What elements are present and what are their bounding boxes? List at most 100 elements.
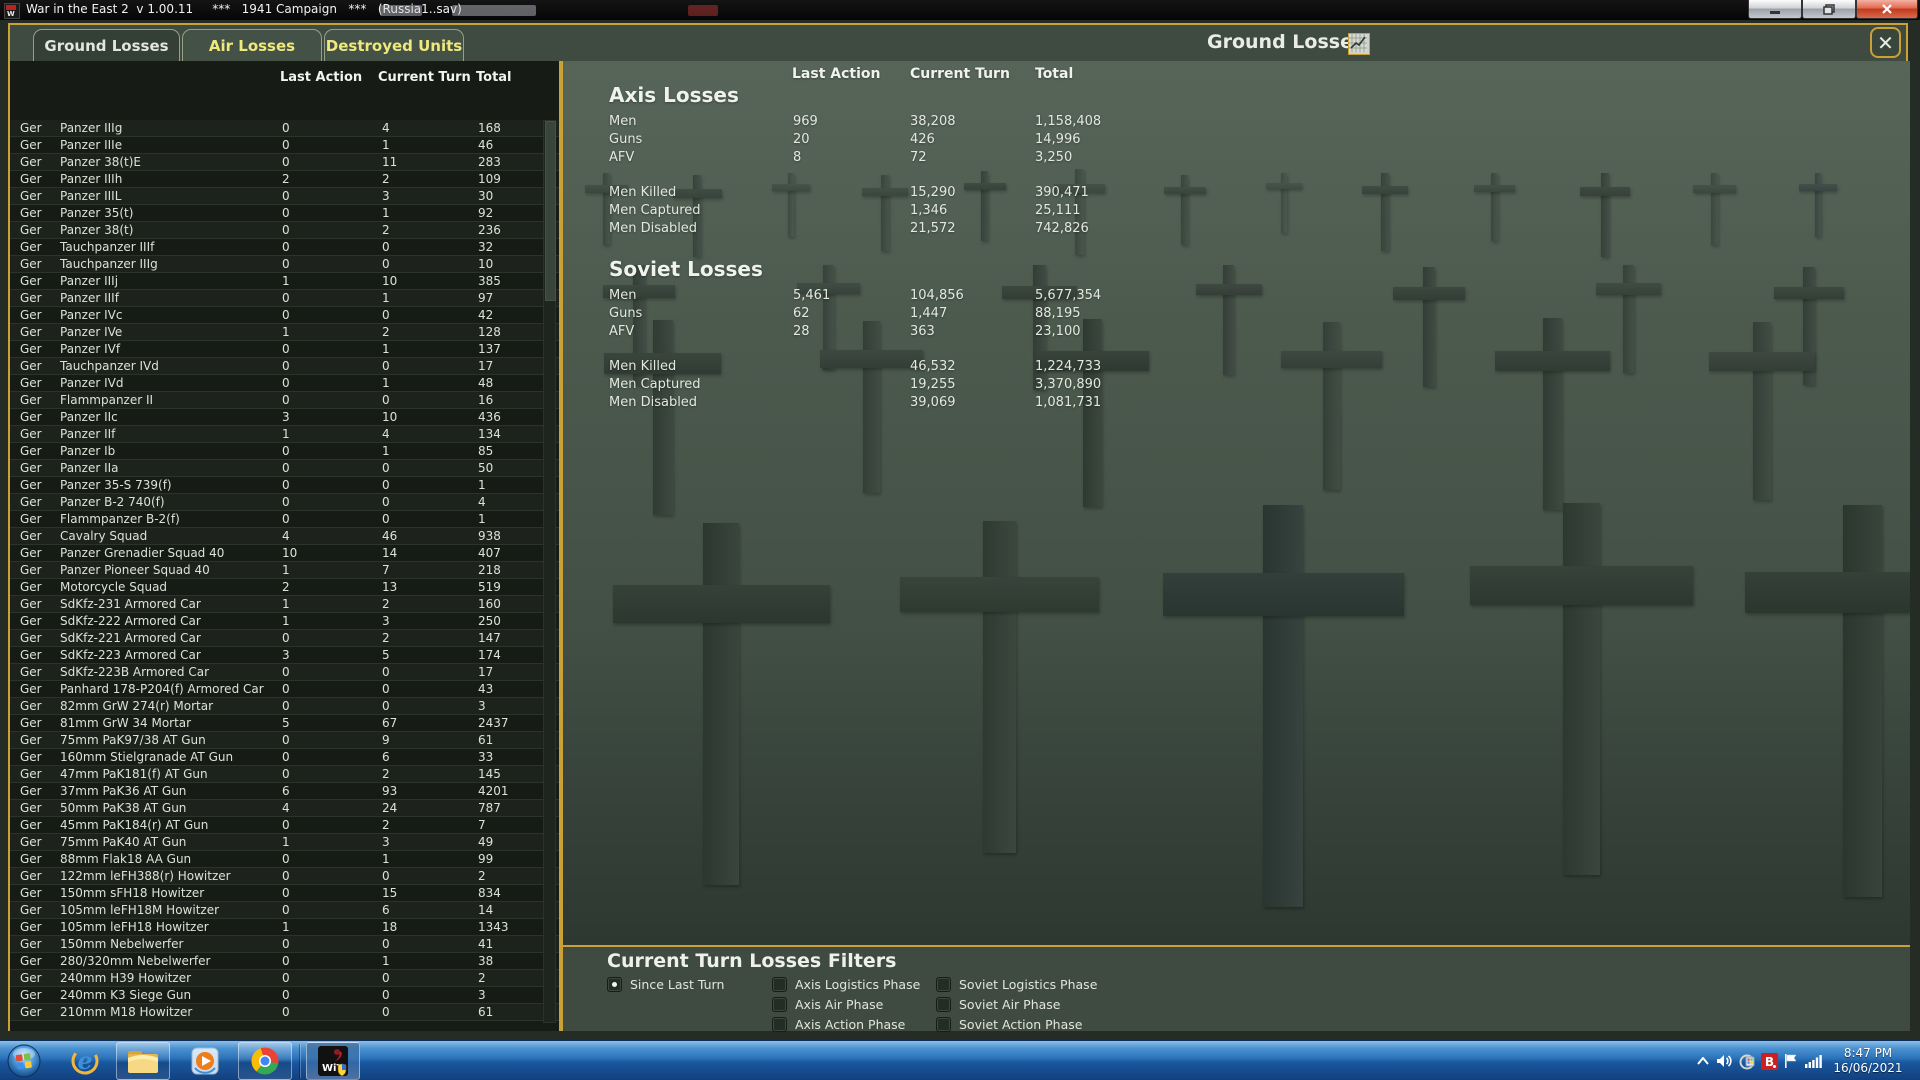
cell-total: 385 <box>478 274 501 288</box>
filter-col-1: Since Last Turn <box>607 974 724 994</box>
radio-button[interactable] <box>936 1016 951 1032</box>
cell-total: 407 <box>478 546 501 560</box>
table-scrollbar[interactable] <box>543 120 556 1023</box>
summary-row: Men Killed 46,532 1,224,733 <box>609 359 1309 377</box>
windows-explorer-icon[interactable] <box>116 1042 170 1080</box>
table-row: Ger Panzer IIc 3 10 436 <box>10 409 559 426</box>
cell-last-action: 0 <box>282 631 290 645</box>
table-row: Ger 50mm PaK38 AT Gun 4 24 787 <box>10 800 559 817</box>
volume-icon[interactable] <box>1714 1041 1736 1080</box>
cell-last-action: 0 <box>282 495 290 509</box>
tab-destroyed-units[interactable]: Destroyed Units <box>324 29 464 61</box>
cell-total: 17 <box>478 665 494 679</box>
network-icon[interactable] <box>1802 1041 1824 1080</box>
cell-last-action: 0 <box>282 223 290 237</box>
cell-unit-name: Panzer IVd <box>60 376 124 390</box>
cell-nation: Ger <box>20 308 42 322</box>
internet-explorer-icon[interactable]: e <box>58 1042 112 1080</box>
cell-nation: Ger <box>20 682 42 696</box>
cell-nation: Ger <box>20 852 42 866</box>
cell-total: 92 <box>478 206 494 220</box>
table-row: Ger 160mm Stielgranade AT Gun 0 6 33 <box>10 749 559 766</box>
radio-button[interactable] <box>607 976 622 992</box>
cell-current-turn: 0 <box>382 1005 390 1019</box>
cell-current-turn: 9 <box>382 733 390 747</box>
cell-nation: Ger <box>20 886 42 900</box>
start-button[interactable] <box>6 1043 42 1079</box>
radio-button[interactable] <box>772 996 787 1012</box>
cell-total: 3 <box>478 988 486 1002</box>
radio-button[interactable] <box>772 1016 787 1032</box>
filter-option[interactable]: Soviet Air Phase <box>936 994 1097 1014</box>
table-header-row: Last Action Current Turn Total <box>10 70 559 88</box>
taskbar-clock[interactable]: 8:47 PM 16/06/2021 <box>1824 1046 1920 1076</box>
summary-total: 1,081,731 <box>1035 395 1102 410</box>
cell-unit-name: Panzer IIIj <box>60 274 119 288</box>
cell-last-action: 0 <box>282 376 290 390</box>
close-screen-button[interactable]: ✕ <box>1870 27 1901 58</box>
cell-last-action: 0 <box>282 971 290 985</box>
cell-total: 32 <box>478 240 494 254</box>
minimize-button[interactable] <box>1748 0 1802 19</box>
cell-unit-name: 81mm GrW 34 Mortar <box>60 716 192 730</box>
cell-unit-name: Panzer Ib <box>60 444 116 458</box>
cell-unit-name: Tauchpanzer IIIf <box>60 240 155 254</box>
cell-last-action: 4 <box>282 529 290 543</box>
summary-last-action: 20 <box>793 132 810 147</box>
cell-total: 174 <box>478 648 501 662</box>
chrome-icon[interactable] <box>238 1042 292 1080</box>
cell-unit-name: 240mm H39 Howitzer <box>60 971 192 985</box>
section-title: Soviet Losses <box>609 257 763 281</box>
filter-option[interactable]: Axis Logistics Phase <box>772 974 920 994</box>
cell-unit-name: SdKfz-223B Armored Car <box>60 665 210 679</box>
cell-current-turn: 1 <box>382 342 390 356</box>
filter-option[interactable]: Soviet Action Phase <box>936 1014 1097 1034</box>
unit-table-body: Ger Panzer IIIg 0 4 168 Ger Panzer IIIe 0 1 46 Ger… <box>10 120 559 1021</box>
cell-nation: Ger <box>20 716 42 730</box>
cell-last-action: 0 <box>282 257 290 271</box>
close-window-button[interactable] <box>1856 0 1918 19</box>
cell-total: 50 <box>478 461 494 475</box>
radio-button[interactable] <box>936 976 951 992</box>
summary-current-turn: 104,856 <box>910 288 964 303</box>
cell-last-action: 2 <box>282 172 290 186</box>
cell-unit-name: 75mm PaK97/38 AT Gun <box>60 733 206 747</box>
tab-air-losses[interactable]: Air Losses <box>182 29 322 61</box>
radio-button[interactable] <box>772 976 787 992</box>
restore-button[interactable] <box>1802 0 1856 19</box>
cell-last-action: 0 <box>282 512 290 526</box>
cell-unit-name: 210mm M18 Howitzer <box>60 1005 193 1019</box>
table-row: Ger Panzer 35(t) 0 1 92 <box>10 205 559 222</box>
radio-button[interactable] <box>936 996 951 1012</box>
summary-label: Men <box>609 288 637 303</box>
losses-graph-icon[interactable] <box>1348 33 1370 55</box>
filter-option[interactable]: Axis Action Phase <box>772 1014 920 1034</box>
clock-date: 16/06/2021 <box>1833 1061 1903 1075</box>
cell-total: 1 <box>478 512 486 526</box>
hidden-icons-arrow[interactable] <box>1692 1041 1714 1080</box>
cell-total: 33 <box>478 750 494 764</box>
cell-unit-name: 37mm PaK36 AT Gun <box>60 784 187 798</box>
cell-current-turn: 0 <box>382 359 390 373</box>
media-player-icon[interactable] <box>178 1042 232 1080</box>
filter-option[interactable]: Since Last Turn <box>607 974 724 994</box>
action-center-flag-icon[interactable] <box>1780 1041 1802 1080</box>
windows-update-icon[interactable] <box>1736 1041 1758 1080</box>
cell-last-action: 1 <box>282 427 290 441</box>
antivirus-icon[interactable]: B <box>1758 1041 1780 1080</box>
table-row: Ger Flammpanzer II 0 0 16 <box>10 392 559 409</box>
cell-current-turn: 4 <box>382 121 390 135</box>
wite2-game-icon[interactable]: WiT <box>306 1042 360 1080</box>
filter-option[interactable]: Axis Air Phase <box>772 994 920 1014</box>
scrollbar-thumb[interactable] <box>545 121 556 301</box>
filter-option[interactable]: Soviet Logistics Phase <box>936 974 1097 994</box>
tab-ground-losses[interactable]: Ground Losses <box>33 29 180 61</box>
summary-last-action: 8 <box>793 150 802 165</box>
summary-row: AFV 28 363 23,100 <box>609 324 1309 342</box>
cross-shape <box>1745 505 1910 897</box>
cross-shape <box>1474 173 1515 241</box>
column-header-current-turn: Current Turn <box>910 66 1010 82</box>
cell-nation: Ger <box>20 461 42 475</box>
cell-current-turn: 2 <box>382 818 390 832</box>
cell-current-turn: 3 <box>382 835 390 849</box>
